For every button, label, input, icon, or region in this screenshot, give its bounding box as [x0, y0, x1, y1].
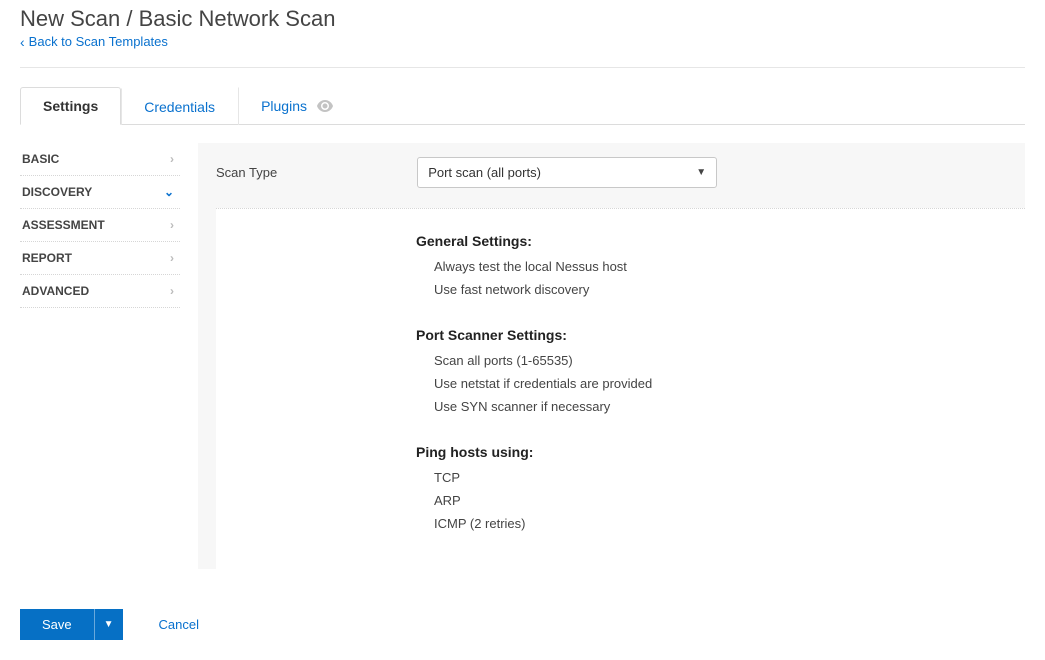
- sidebar-item-basic[interactable]: BASIC ›: [20, 143, 180, 176]
- section-item: Use netstat if credentials are provided: [434, 376, 1025, 391]
- save-dropdown-button[interactable]: ▼: [94, 609, 123, 640]
- sidebar-item-label: ADVANCED: [22, 284, 89, 298]
- select-value: Port scan (all ports): [428, 165, 541, 180]
- tabs: Settings Credentials Plugins: [20, 86, 1025, 125]
- section-item: ICMP (2 retries): [434, 516, 1025, 531]
- back-link[interactable]: ‹ Back to Scan Templates: [20, 34, 168, 49]
- content-pane: Scan Type Port scan (all ports) ▼ Genera…: [198, 143, 1025, 569]
- section-item: Scan all ports (1-65535): [434, 353, 1025, 368]
- chevron-left-icon: ‹: [20, 35, 25, 49]
- sidebar-item-label: ASSESSMENT: [22, 218, 105, 232]
- sidebar-item-report[interactable]: REPORT ›: [20, 242, 180, 275]
- tab-label: Credentials: [144, 99, 215, 115]
- section-item: Always test the local Nessus host: [434, 259, 1025, 274]
- tab-label: Settings: [43, 98, 98, 114]
- sidebar-item-advanced[interactable]: ADVANCED ›: [20, 275, 180, 308]
- save-button-group: Save ▼: [20, 609, 123, 640]
- scan-type-select[interactable]: Port scan (all ports) ▼: [417, 157, 717, 188]
- section-item: TCP: [434, 470, 1025, 485]
- save-button[interactable]: Save: [20, 609, 94, 640]
- cancel-link[interactable]: Cancel: [159, 617, 199, 632]
- sidebar-item-label: DISCOVERY: [22, 185, 92, 199]
- sidebar-item-assessment[interactable]: ASSESSMENT ›: [20, 209, 180, 242]
- section-heading: Port Scanner Settings:: [416, 327, 1025, 343]
- tab-credentials[interactable]: Credentials: [121, 88, 238, 125]
- chevron-down-icon: ⌄: [164, 185, 174, 199]
- scan-type-row: Scan Type Port scan (all ports) ▼: [198, 143, 1025, 208]
- sidebar-item-label: BASIC: [22, 152, 59, 166]
- section-item: ARP: [434, 493, 1025, 508]
- chevron-right-icon: ›: [170, 284, 174, 298]
- layout: BASIC › DISCOVERY ⌄ ASSESSMENT › REPORT …: [20, 143, 1025, 569]
- section-heading: Ping hosts using:: [416, 444, 1025, 460]
- footer: Save ▼ Cancel: [20, 609, 1025, 640]
- chevron-right-icon: ›: [170, 152, 174, 166]
- sidebar-item-label: REPORT: [22, 251, 72, 265]
- sidebar: BASIC › DISCOVERY ⌄ ASSESSMENT › REPORT …: [20, 143, 180, 569]
- section-item: Use SYN scanner if necessary: [434, 399, 1025, 414]
- details-panel: General Settings: Always test the local …: [216, 208, 1025, 569]
- caret-down-icon: ▼: [104, 619, 114, 630]
- chevron-right-icon: ›: [170, 251, 174, 265]
- tab-label: Plugins: [261, 98, 307, 114]
- tab-settings[interactable]: Settings: [20, 87, 121, 125]
- caret-down-icon: ▼: [696, 167, 706, 178]
- page-title: New Scan / Basic Network Scan: [20, 6, 1025, 32]
- divider: [20, 67, 1025, 68]
- scan-type-label: Scan Type: [216, 165, 277, 180]
- eye-icon: [317, 99, 333, 115]
- sidebar-item-discovery[interactable]: DISCOVERY ⌄: [20, 176, 180, 209]
- chevron-right-icon: ›: [170, 218, 174, 232]
- tab-plugins[interactable]: Plugins: [238, 87, 356, 125]
- section-heading: General Settings:: [416, 233, 1025, 249]
- section-item: Use fast network discovery: [434, 282, 1025, 297]
- back-link-label: Back to Scan Templates: [29, 34, 168, 49]
